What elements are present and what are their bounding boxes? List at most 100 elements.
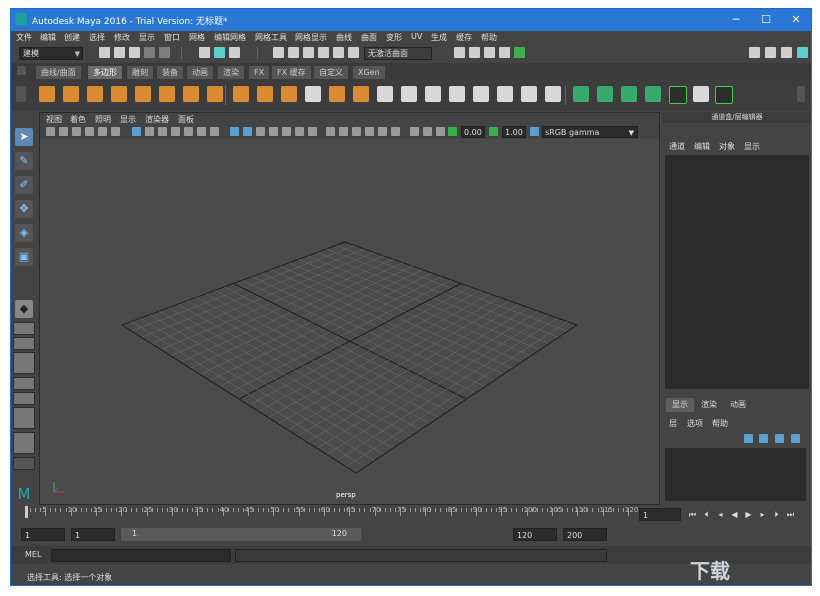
mode-dropdown[interactable]: 建模 ▼ (19, 47, 83, 60)
animation-end-field[interactable]: 200 (563, 528, 607, 541)
shelf-tab-rigging[interactable]: 装备 (156, 65, 184, 80)
gate-mask-icon[interactable] (171, 127, 180, 136)
gamma-toggle-icon[interactable] (489, 127, 498, 136)
render-frame-icon[interactable] (469, 47, 480, 58)
grid-toggle-icon[interactable] (132, 127, 141, 136)
live-surface-icon[interactable] (348, 47, 359, 58)
separate-icon[interactable] (257, 86, 273, 102)
snap-grid-icon[interactable] (273, 47, 284, 58)
planar-map-icon[interactable] (573, 86, 589, 102)
camera-attributes-icon[interactable] (59, 127, 68, 136)
shelf-tab-fx[interactable]: FX (248, 65, 271, 80)
view-transform-icon[interactable] (436, 127, 445, 136)
isolate-select-icon[interactable] (365, 127, 374, 136)
menu-mesh[interactable]: 网格 (189, 32, 205, 43)
play-forwards-icon[interactable]: ▶ (743, 509, 754, 520)
layer-menu-help[interactable]: 帮助 (712, 418, 728, 429)
menu-mesh-tools[interactable]: 网格工具 (255, 32, 287, 43)
menu-generate[interactable]: 生成 (431, 32, 447, 43)
channel-box-menu-edit[interactable]: 编辑 (694, 141, 710, 152)
attribute-editor-icon[interactable] (765, 47, 776, 58)
select-hierarchy-icon[interactable] (199, 47, 210, 58)
shelf-tab-rendering[interactable]: 渲染 (217, 65, 245, 80)
collapse-icon[interactable] (521, 86, 537, 102)
command-language-label[interactable]: MEL (25, 550, 41, 559)
checker-icon[interactable] (693, 86, 709, 102)
poly-sphere-icon[interactable] (39, 86, 55, 102)
menu-select[interactable]: 选择 (89, 32, 105, 43)
channel-box-area[interactable] (665, 155, 809, 389)
camera-select-icon[interactable] (46, 127, 55, 136)
new-empty-layer-icon[interactable] (775, 434, 784, 443)
persp-graph-layout-icon[interactable] (13, 352, 35, 374)
viewport-menu-show[interactable]: 显示 (120, 114, 136, 125)
mirror-icon[interactable] (473, 86, 489, 102)
shelf-menu-icon[interactable] (17, 66, 26, 75)
menu-display[interactable]: 显示 (139, 32, 155, 43)
menu-create[interactable]: 创建 (64, 32, 80, 43)
paint-select-tool-icon[interactable]: ✐ (15, 176, 33, 194)
shelf-tab-animation[interactable]: 动画 (186, 65, 214, 80)
extrude-icon[interactable] (401, 86, 417, 102)
shelf-tab-xgen[interactable]: XGen (352, 65, 386, 80)
xray-joints-icon[interactable] (391, 127, 400, 136)
default-material-icon[interactable] (256, 127, 265, 136)
open-scene-icon[interactable] (114, 47, 125, 58)
delete-edge-icon[interactable] (545, 86, 561, 102)
layer-menu-layers[interactable]: 层 (669, 418, 677, 429)
spherical-map-icon[interactable] (621, 86, 637, 102)
shelf-scroll-icon[interactable] (797, 86, 805, 102)
grease-pencil-icon[interactable] (111, 127, 120, 136)
persp-render-layout-icon[interactable] (13, 392, 35, 405)
playback-start-field[interactable]: 1 (71, 528, 115, 541)
render-settings-icon[interactable] (454, 47, 465, 58)
layer-tab-display[interactable]: 显示 (666, 398, 694, 412)
four-view-layout-icon[interactable] (13, 322, 35, 335)
layer-tab-anim[interactable]: 动画 (724, 398, 752, 412)
bookmark-icon[interactable] (72, 127, 81, 136)
persp-outliner-layout-icon[interactable] (13, 377, 35, 390)
smooth-shade-icon[interactable] (243, 127, 252, 136)
merge-icon[interactable] (449, 86, 465, 102)
command-input[interactable] (51, 549, 231, 562)
select-object-icon[interactable] (214, 47, 225, 58)
image-plane-icon[interactable] (85, 127, 94, 136)
channel-box-menu-channels[interactable]: 通道 (669, 141, 685, 152)
shelf-tab-custom[interactable]: 自定义 (313, 65, 349, 80)
step-forward-frame-icon[interactable]: ⏵ (771, 509, 782, 520)
gamma-field[interactable]: 1.00 (502, 126, 526, 138)
viewport-menu-renderer[interactable]: 渲染器 (145, 114, 169, 125)
safe-action-icon[interactable] (197, 127, 206, 136)
minimize-button[interactable]: ─ (721, 9, 751, 31)
textured-icon[interactable] (269, 127, 278, 136)
scale-tool-icon[interactable]: ▣ (15, 248, 33, 266)
step-back-frame-icon[interactable]: ⏴ (701, 509, 712, 520)
current-time-marker[interactable] (25, 506, 28, 518)
poly-cylinder-icon[interactable] (87, 86, 103, 102)
xray-icon[interactable] (378, 127, 387, 136)
combine-icon[interactable] (233, 86, 249, 102)
channel-box-menu-show[interactable]: 显示 (744, 141, 760, 152)
depth-of-field-icon[interactable] (352, 127, 361, 136)
layer-tab-render[interactable]: 渲染 (695, 398, 723, 412)
rotate-tool-icon[interactable]: ◈ (15, 224, 33, 242)
shelf-tab-polygons[interactable]: 多边形 (87, 65, 123, 80)
menu-file[interactable]: 文件 (16, 32, 32, 43)
poly-torus-icon[interactable] (135, 86, 151, 102)
color-space-dropdown[interactable]: sRGB gamma ▼ (542, 126, 638, 138)
new-scene-icon[interactable] (99, 47, 110, 58)
modeling-toolkit-icon[interactable] (749, 47, 760, 58)
bevel-icon[interactable] (425, 86, 441, 102)
menu-edit-mesh[interactable]: 编辑网格 (214, 32, 246, 43)
shadows-icon[interactable] (295, 127, 304, 136)
motion-blur-icon[interactable] (326, 127, 335, 136)
snap-surface-icon[interactable] (333, 47, 344, 58)
fill-hole-icon[interactable] (353, 86, 369, 102)
step-forward-key-icon[interactable]: ▸ (757, 509, 768, 520)
lasso-tool-icon[interactable]: ✎ (15, 152, 33, 170)
move-layer-down-icon[interactable] (759, 434, 768, 443)
select-component-icon[interactable] (229, 47, 240, 58)
auto-map-icon[interactable] (645, 86, 661, 102)
safe-title-icon[interactable] (210, 127, 219, 136)
shelf-tab-sculpting[interactable]: 雕刻 (126, 65, 154, 80)
